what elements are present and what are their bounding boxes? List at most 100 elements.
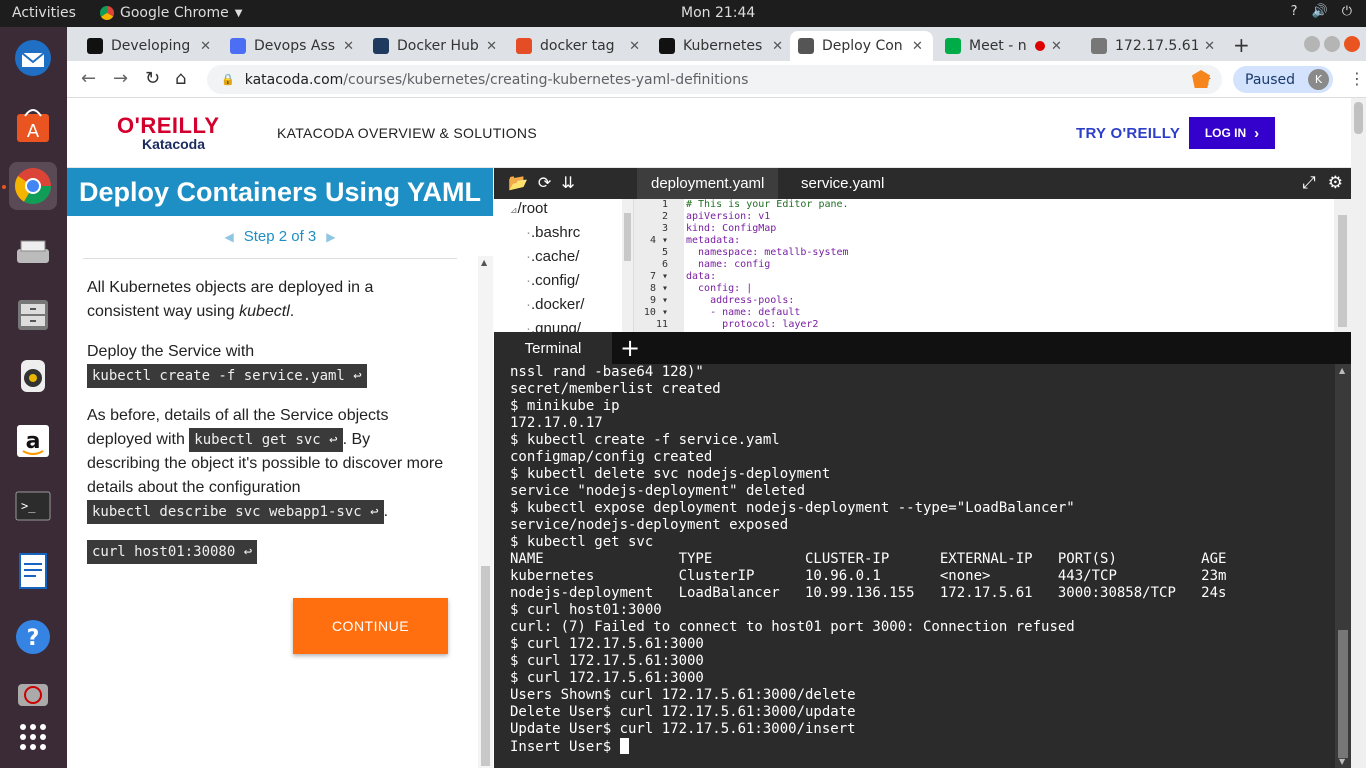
tree-item[interactable]: ·.bashrc: [526, 224, 580, 241]
apps-grid-icon[interactable]: [9, 713, 57, 761]
browser-tab[interactable]: docker tag ✕: [508, 31, 648, 61]
tree-item[interactable]: ·.cache/: [526, 248, 579, 265]
tree-item[interactable]: ·.docker/: [526, 296, 584, 313]
avatar: K: [1308, 69, 1329, 90]
executable-code[interactable]: kubectl describe svc webapp1-svc ↩: [87, 500, 384, 524]
ubuntu-dock: A a >_ ?: [0, 27, 67, 768]
scroll-thumb[interactable]: [481, 566, 490, 766]
login-button[interactable]: LOG IN ›: [1189, 117, 1275, 149]
prev-step-icon[interactable]: ◀: [224, 230, 233, 244]
browser-tab-active[interactable]: Deploy Con ✕: [790, 31, 933, 61]
browser-tab[interactable]: Developing ✕: [79, 31, 219, 61]
close-icon[interactable]: ✕: [200, 39, 211, 54]
browser-tab[interactable]: Kubernetes ✕: [651, 31, 791, 61]
app-menu[interactable]: Google Chrome ▼: [100, 5, 242, 21]
close-icon[interactable]: ✕: [1204, 39, 1215, 54]
scroll-thumb[interactable]: [1354, 102, 1363, 134]
expand-icon[interactable]: ⤢: [1302, 173, 1316, 193]
maximize-button[interactable]: [1324, 36, 1340, 52]
next-step-icon[interactable]: ▶: [326, 230, 335, 244]
executable-code[interactable]: curl host01:30080 ↩: [87, 540, 258, 564]
code-editor[interactable]: # This is your Editor pane. apiVersion: v…: [686, 199, 1334, 332]
new-tab-button[interactable]: +: [1233, 33, 1250, 57]
katacoda-logo[interactable]: Katacoda: [142, 136, 205, 152]
terminal-scrollbar[interactable]: ▲ ▼: [1335, 364, 1351, 768]
browser-tab[interactable]: Meet - n ✕: [937, 31, 1080, 61]
overview-nav-link[interactable]: KATACODA OVERVIEW & SOLUTIONS: [277, 125, 537, 141]
thunderbird-icon[interactable]: [9, 34, 57, 82]
executable-code[interactable]: kubectl create -f service.yaml ↩: [87, 364, 367, 388]
back-arrow-icon[interactable]: ←: [81, 68, 96, 89]
scroll-up-icon[interactable]: ▲: [481, 258, 487, 267]
text: Deploy the Service with: [87, 343, 255, 360]
browser-tab[interactable]: Docker Hub ✕: [365, 31, 505, 61]
files-icon[interactable]: [9, 290, 57, 338]
activities-button[interactable]: Activities: [12, 5, 76, 21]
scroll-thumb[interactable]: [1338, 215, 1347, 327]
refresh-icon[interactable]: ⟳: [538, 173, 551, 192]
chrome-icon[interactable]: [9, 162, 57, 210]
close-icon[interactable]: ✕: [629, 39, 640, 54]
close-icon[interactable]: ✕: [912, 39, 923, 54]
browser-tab[interactable]: 172.17.5.61 ✕: [1083, 31, 1223, 61]
software-store-icon[interactable]: A: [9, 100, 57, 148]
profile-button[interactable]: Paused K: [1233, 66, 1333, 93]
close-icon[interactable]: ✕: [486, 39, 497, 54]
minimize-button[interactable]: [1304, 36, 1320, 52]
editor-tools: 📂 ⟳ ⇊: [508, 173, 575, 192]
close-icon[interactable]: ✕: [343, 39, 354, 54]
terminal-prompt: Insert User$: [510, 739, 620, 755]
tab-service-yaml[interactable]: service.yaml: [787, 168, 898, 199]
gear-icon[interactable]: ⚙: [1328, 173, 1343, 193]
terminal-output[interactable]: nssl rand -base64 128)" secret/memberlist…: [494, 364, 1351, 768]
close-icon[interactable]: ✕: [1051, 39, 1062, 54]
scroll-down-icon[interactable]: ▼: [1339, 757, 1345, 766]
power-icon[interactable]: ⏻: [1342, 4, 1352, 19]
kebab-menu-icon[interactable]: ⋮: [1349, 69, 1365, 88]
svg-text:?: ?: [27, 626, 40, 651]
tab-deployment-yaml[interactable]: deployment.yaml: [637, 168, 779, 199]
tab-terminal[interactable]: Terminal: [494, 332, 612, 364]
window-close-button[interactable]: [1344, 36, 1360, 52]
scroll-up-icon[interactable]: ▲: [1339, 366, 1345, 375]
scroll-thumb[interactable]: [624, 213, 631, 261]
terminal-icon[interactable]: >_: [9, 482, 57, 530]
help-icon[interactable]: ?: [9, 613, 57, 661]
tab-title: Kubernetes: [683, 38, 763, 54]
tree-item-root[interactable]: ⊿/root: [510, 200, 548, 217]
reload-icon[interactable]: ↻: [145, 68, 160, 89]
continue-button[interactable]: CONTINUE: [293, 598, 448, 654]
scanner-icon[interactable]: [9, 229, 57, 277]
browser-tab[interactable]: Devops Ass ✕: [222, 31, 362, 61]
collapse-icon[interactable]: ⇊: [561, 173, 574, 192]
close-icon[interactable]: ✕: [772, 39, 783, 54]
tree-scrollbar[interactable]: [622, 199, 633, 332]
line-number: 2: [661, 211, 668, 222]
editor-scrollbar[interactable]: [1334, 199, 1351, 332]
system-tray[interactable]: ? 🔊 ⏻: [1291, 4, 1352, 19]
page-scrollbar[interactable]: [1351, 98, 1366, 768]
amazon-icon[interactable]: a: [9, 417, 57, 465]
scroll-thumb[interactable]: [1338, 630, 1348, 758]
tab-title: Docker Hub: [397, 38, 479, 54]
executable-code[interactable]: kubectl get svc ↩: [189, 428, 343, 452]
try-oreilly-link[interactable]: TRY O'REILLY: [1076, 125, 1180, 142]
app-name: Google Chrome: [120, 5, 229, 21]
help-tray-icon[interactable]: ?: [1291, 4, 1298, 19]
scrollbar[interactable]: ▲: [478, 256, 493, 768]
volume-icon[interactable]: 🔊: [1312, 4, 1328, 19]
clock[interactable]: Mon 21:44: [681, 5, 755, 21]
tab-favicon: [516, 38, 532, 54]
home-icon[interactable]: ⌂: [175, 68, 186, 89]
folder-icon[interactable]: 📂: [508, 173, 528, 192]
tab-favicon: [945, 38, 961, 54]
address-bar[interactable]: 🔒 katacoda.com/courses/kubernetes/creati…: [207, 65, 1222, 94]
add-terminal-icon[interactable]: +: [620, 334, 640, 362]
forward-arrow-icon[interactable]: →: [113, 68, 128, 89]
tree-item[interactable]: ·.gnupg/: [526, 320, 581, 332]
speaker-icon[interactable]: [9, 352, 57, 400]
writer-icon[interactable]: [9, 547, 57, 595]
disk-icon[interactable]: [9, 670, 57, 718]
tree-item[interactable]: ·.config/: [526, 272, 579, 289]
step-indicator: Step 2 of 3: [243, 228, 317, 245]
